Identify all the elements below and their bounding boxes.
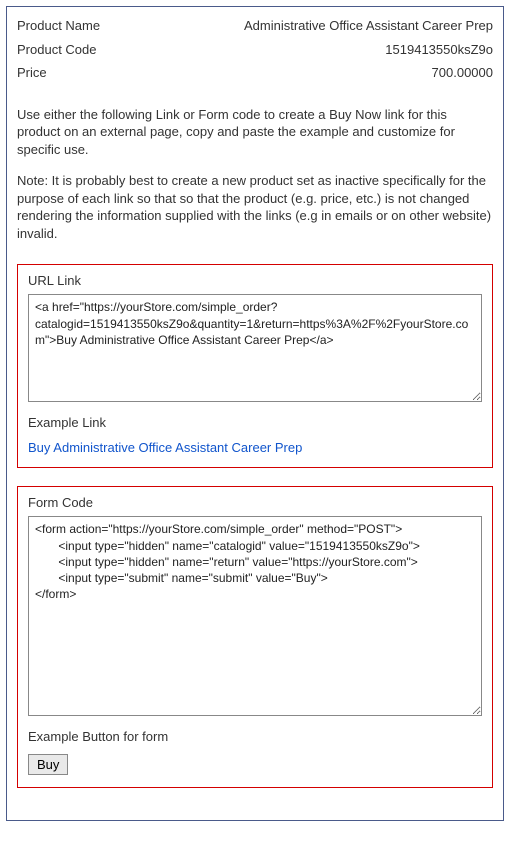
form-code-heading: Form Code xyxy=(28,495,482,510)
form-example-label: Example Button for form xyxy=(28,729,482,744)
product-link-panel: Product Name Administrative Office Assis… xyxy=(6,6,504,821)
product-name-value: Administrative Office Assistant Career P… xyxy=(244,17,493,35)
product-name-row: Product Name Administrative Office Assis… xyxy=(17,17,493,35)
price-row: Price 700.00000 xyxy=(17,64,493,82)
instructions-text: Use either the following Link or Form co… xyxy=(17,106,493,159)
price-value: 700.00000 xyxy=(432,64,493,82)
product-code-row: Product Code 1519413550ksZ9o xyxy=(17,41,493,59)
product-code-value: 1519413550ksZ9o xyxy=(385,41,493,59)
buy-button[interactable]: Buy xyxy=(28,754,68,775)
note-text: Note: It is probably best to create a ne… xyxy=(17,172,493,242)
product-code-label: Product Code xyxy=(17,41,97,59)
url-example-label: Example Link xyxy=(28,415,482,430)
product-name-label: Product Name xyxy=(17,17,100,35)
form-code-textarea[interactable]: <form action="https://yourStore.com/simp… xyxy=(28,516,482,716)
url-example-link[interactable]: Buy Administrative Office Assistant Care… xyxy=(28,440,302,455)
url-link-textarea[interactable]: <a href="https://yourStore.com/simple_or… xyxy=(28,294,482,402)
price-label: Price xyxy=(17,64,47,82)
form-code-section: Form Code <form action="https://yourStor… xyxy=(17,486,493,788)
url-link-heading: URL Link xyxy=(28,273,482,288)
url-link-section: URL Link <a href="https://yourStore.com/… xyxy=(17,264,493,468)
